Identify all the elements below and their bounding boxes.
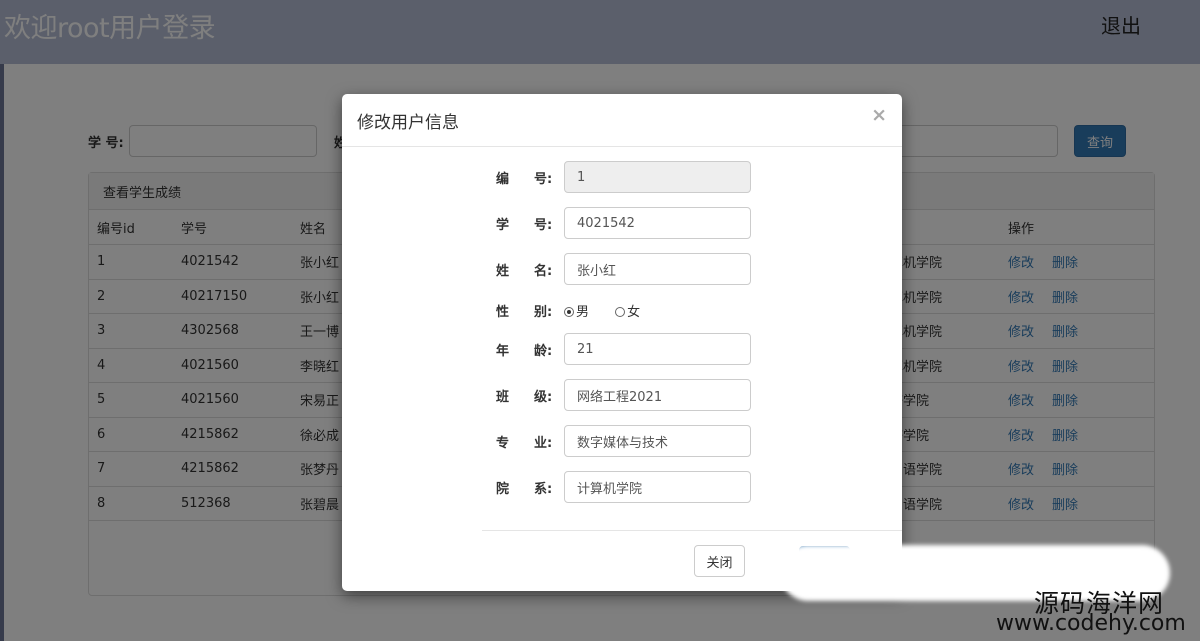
edit-user-modal: 修改用户信息 × 编号: 学号: 姓名: 性别: 男 女 年龄: 班级: 专业:… bbox=[342, 94, 902, 591]
form-row-gender: 性别: 男 女 bbox=[342, 294, 902, 326]
gender-option-female[interactable]: 女 bbox=[615, 305, 640, 320]
name-field[interactable] bbox=[564, 253, 751, 285]
gender-option-male[interactable]: 男 bbox=[564, 305, 589, 320]
watermark-url: www.codehy.com bbox=[996, 611, 1186, 636]
dept-field[interactable] bbox=[564, 471, 751, 503]
close-button[interactable]: 关闭 bbox=[694, 545, 745, 577]
form-row-major: 专业: bbox=[342, 425, 902, 457]
form-row-student-no: 学号: bbox=[342, 207, 902, 239]
close-icon[interactable]: × bbox=[871, 104, 887, 126]
radio-checked-icon[interactable] bbox=[564, 307, 574, 317]
form-row-age: 年龄: bbox=[342, 333, 902, 365]
form-row-name: 姓名: bbox=[342, 253, 902, 285]
form-row-id: 编号: bbox=[342, 161, 902, 193]
id-field[interactable] bbox=[564, 161, 751, 193]
form-row-class: 班级: bbox=[342, 379, 902, 411]
modal-title: 修改用户信息 bbox=[357, 113, 459, 133]
major-field[interactable] bbox=[564, 425, 751, 457]
age-field[interactable] bbox=[564, 333, 751, 365]
student-no-field[interactable] bbox=[564, 207, 751, 239]
modal-header: 修改用户信息 × bbox=[342, 94, 902, 147]
class-field[interactable] bbox=[564, 379, 751, 411]
gender-radio-group: 男 女 bbox=[564, 301, 662, 320]
radio-unchecked-icon[interactable] bbox=[615, 307, 626, 317]
form-row-dept: 院系: bbox=[342, 471, 902, 503]
